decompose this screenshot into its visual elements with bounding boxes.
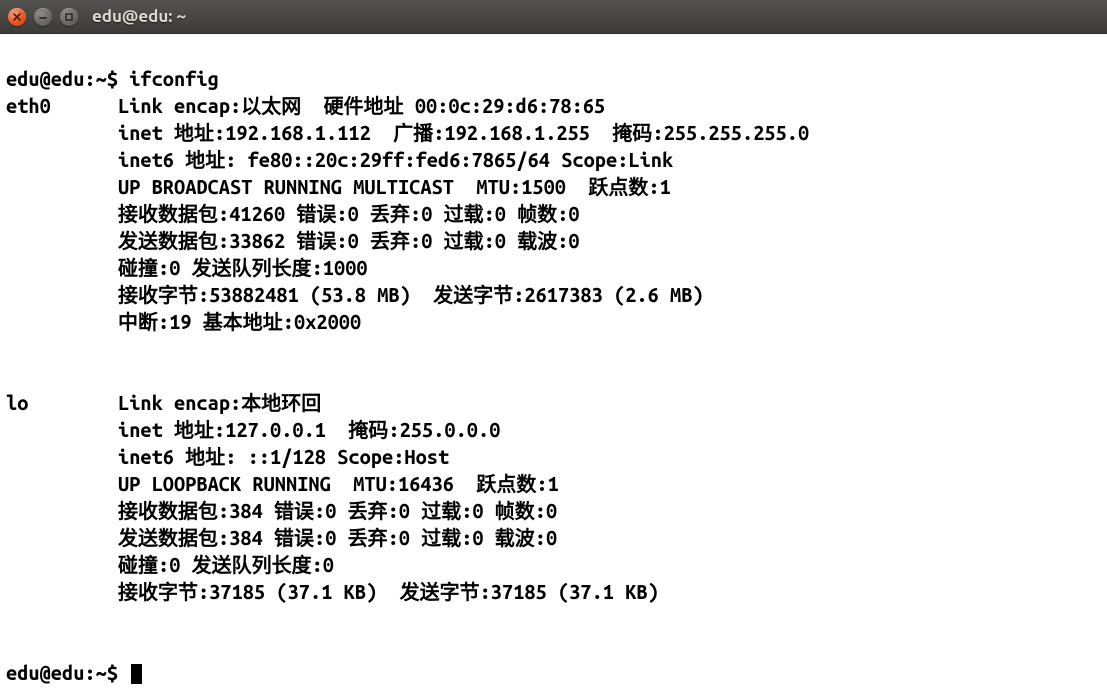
eth0-line8: 接收字节:53882481 (53.8 MB) 发送字节:2617383 (2.… [118, 283, 704, 306]
close-button[interactable] [8, 8, 26, 26]
lo-line2: inet 地址:127.0.0.1 掩码:255.0.0.0 [118, 418, 500, 441]
lo-line3: inet6 地址: ::1/128 Scope:Host [118, 445, 449, 468]
maximize-icon [64, 12, 74, 22]
iface-name-lo: lo [6, 391, 28, 414]
eth0-line6: 发送数据包:33862 错误:0 丢弃:0 过载:0 载波:0 [118, 229, 580, 252]
lo-line8: 接收字节:37185 (37.1 KB) 发送字节:37185 (37.1 KB… [118, 580, 659, 603]
minimize-icon [38, 12, 48, 22]
titlebar: edu@edu: ~ [0, 0, 1107, 34]
close-icon [12, 12, 22, 22]
lo-line6: 发送数据包:384 错误:0 丢弃:0 过载:0 载波:0 [118, 526, 557, 549]
eth0-line1: Link encap:以太网 硬件地址 00:0c:29:d6:78:65 [118, 94, 605, 117]
lo-line1: Link encap:本地环回 [118, 391, 321, 414]
eth0-line7: 碰撞:0 发送队列长度:1000 [118, 256, 368, 279]
prompt-text: edu@edu:~$ [6, 67, 129, 90]
eth0-line2: inet 地址:192.168.1.112 广播:192.168.1.255 掩… [118, 121, 809, 144]
interface-lo: lo Link encap:本地环回 inet 地址:127.0.0.1 掩码:… [6, 389, 1101, 605]
prompt-line-1: edu@edu:~$ ifconfig [6, 67, 219, 90]
interface-eth0: eth0 Link encap:以太网 硬件地址 00:0c:29:d6:78:… [6, 92, 1101, 335]
window-title: edu@edu: ~ [92, 7, 186, 26]
maximize-button[interactable] [60, 8, 78, 26]
eth0-line3: inet6 地址: fe80::20c:29ff:fed6:7865/64 Sc… [118, 148, 673, 171]
prompt-text-2: edu@edu:~$ [6, 661, 129, 684]
command-text: ifconfig [129, 67, 219, 90]
prompt-line-2: edu@edu:~$ [6, 661, 129, 684]
lo-line5: 接收数据包:384 错误:0 丢弃:0 过载:0 帧数:0 [118, 499, 557, 522]
eth0-line5: 接收数据包:41260 错误:0 丢弃:0 过载:0 帧数:0 [118, 202, 580, 225]
lo-line7: 碰撞:0 发送队列长度:0 [118, 553, 334, 576]
minimize-button[interactable] [34, 8, 52, 26]
lo-line4: UP LOOPBACK RUNNING MTU:16436 跃点数:1 [118, 472, 559, 495]
iface-name: eth0 [6, 94, 51, 117]
eth0-line9: 中断:19 基本地址:0x2000 [118, 310, 361, 333]
cursor [131, 664, 142, 684]
window-controls [8, 8, 78, 26]
eth0-line4: UP BROADCAST RUNNING MULTICAST MTU:1500 … [118, 175, 671, 198]
terminal-output[interactable]: edu@edu:~$ ifconfig eth0 Link encap:以太网 … [0, 34, 1107, 690]
